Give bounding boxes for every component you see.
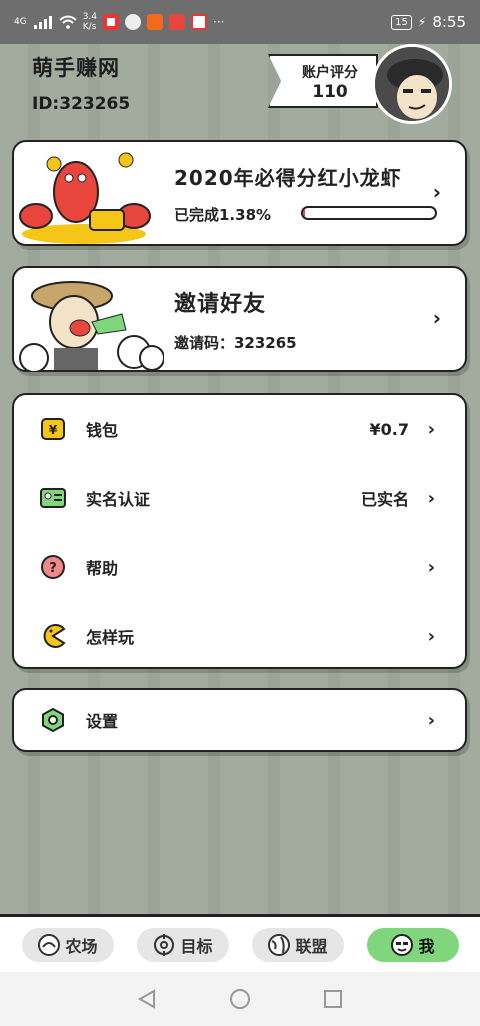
app-news-icon [191,14,208,30]
tab-alliance-label: 联盟 [295,936,328,956]
lobster-progress-bar [301,206,437,220]
svg-text:?: ? [49,561,57,576]
chevron-right-icon: › [432,180,441,204]
profile-header: 萌手赚网 ID:323265 [32,52,130,114]
wifi-icon [59,15,77,29]
chevron-right-icon: › [427,487,435,509]
chevron-right-icon: › [427,556,435,578]
score-label: 账户评分 [302,65,358,81]
user-id: ID:323265 [32,94,131,114]
app-red-icon [169,14,186,30]
pacman-icon [43,624,66,648]
wechat-icon [125,14,142,30]
status-bar: 4G 3.4 K/s ··· 15 ⚡ 8:55 [0,0,480,44]
home-icon[interactable] [229,988,251,1010]
menu-item-verify[interactable]: 实名认证 已实名 › [14,478,465,518]
chevron-right-icon: › [432,306,441,330]
id-card-icon [40,488,66,508]
lobster-progress-text: 已完成1.38% [174,206,272,224]
invite-title: 邀请好友 [174,292,267,317]
recents-icon[interactable] [322,988,344,1010]
more-notifications-icon: ··· [213,15,225,29]
signal-icon [33,16,52,29]
menu-item-wallet[interactable]: ¥ 钱包 ¥0.7 › [14,409,465,449]
chevron-right-icon: › [427,418,435,440]
help-icon: ? [41,555,65,579]
menu-item-settings[interactable]: 设置 › [14,700,465,740]
tab-target[interactable]: 目标 [136,927,229,962]
app-title: 萌手赚网 [32,56,120,80]
wallet-label: 钱包 [86,421,119,440]
svg-text:¥: ¥ [49,423,58,437]
back-icon[interactable] [136,988,158,1010]
clock: 8:55 [432,13,466,31]
verify-status: 已实名 [360,490,409,509]
tab-alliance[interactable]: 联盟 [251,927,344,962]
tab-me[interactable]: 我 [366,927,459,962]
avatar[interactable] [372,44,452,124]
taobao-icon [147,14,164,30]
menu-item-howto[interactable]: 怎样玩 › [14,616,465,656]
invite-code: 邀请码：323265 [174,334,297,352]
lobster-progress-fill [303,208,305,218]
wallet-icon: ¥ [41,418,65,440]
farm-icon [38,933,61,956]
tab-farm[interactable]: 农场 [21,927,114,962]
globe-icon [268,933,291,956]
bottom-nav: 农场 目标 联盟 我 [0,914,480,972]
settings-card[interactable]: 设置 › [12,688,467,752]
chevron-right-icon: › [427,709,435,731]
face-icon [391,933,414,956]
howto-label: 怎样玩 [86,628,135,647]
target-icon [154,933,175,956]
network-label: 4G [14,17,27,27]
settings-label: 设置 [86,712,119,731]
account-score-tag[interactable]: 账户评分 110 [268,54,378,108]
charging-icon: ⚡ [417,15,427,29]
lobster-card[interactable]: 2020年必得分红小龙虾 已完成1.38% › [12,140,467,246]
menu-item-help[interactable]: ? 帮助 › [14,547,465,587]
menu-card: ¥ 钱包 ¥0.7 › 实名认证 已实名 › ? 帮助 › 怎样玩 › [12,393,467,669]
chevron-right-icon: › [427,625,435,647]
invite-card[interactable]: 邀请好友 邀请码：323265 › [12,266,467,372]
wallet-balance: ¥0.7 [369,419,409,439]
system-nav-bar [0,972,480,1026]
lobster-title: 2020年必得分红小龙虾 [174,166,402,190]
verify-label: 实名认证 [86,490,151,509]
net-speed: 3.4 K/s [82,12,98,32]
lobster-illustration [19,152,151,244]
settings-hexagon-icon [42,707,64,733]
tab-farm-label: 农场 [65,936,98,956]
tab-target-label: 目标 [180,936,213,956]
invite-illustration [19,281,164,372]
score-value: 110 [312,82,348,102]
help-label: 帮助 [86,559,119,578]
tab-me-label: 我 [418,936,435,956]
app-notification-icon [103,14,120,30]
battery-icon: 15 [391,14,412,30]
